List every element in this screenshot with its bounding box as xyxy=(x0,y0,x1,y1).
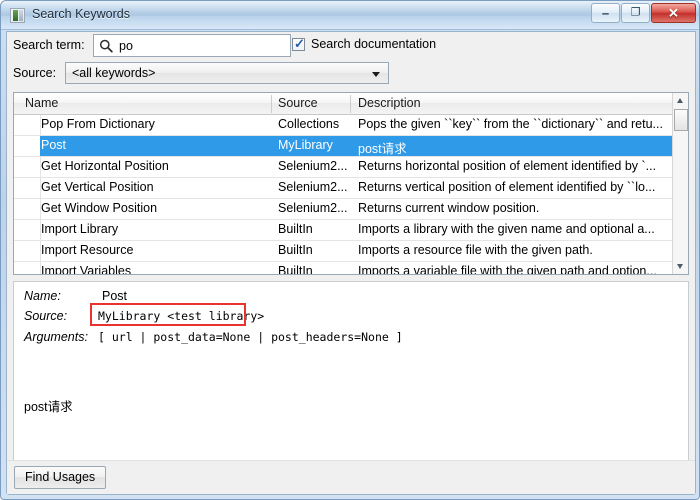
close-icon: ✕ xyxy=(668,5,679,21)
table-row[interactable]: Get Horizontal Position Selenium2... Retur… xyxy=(14,157,674,178)
row-gutter xyxy=(14,199,40,219)
minimize-icon: – xyxy=(601,5,610,21)
source-label: Source: xyxy=(13,66,57,80)
row-gutter xyxy=(14,157,40,177)
cell-source: BuiltIn xyxy=(278,222,313,236)
search-documentation-label: Search documentation xyxy=(311,37,437,51)
window-title: Search Keywords xyxy=(32,7,130,21)
detail-source-label: Source: xyxy=(24,309,68,323)
detail-name-label: Name: xyxy=(24,289,61,303)
table-row[interactable]: Import Variables BuiltIn Imports a variabl… xyxy=(14,262,674,275)
detail-arguments-label: Arguments: xyxy=(24,330,88,344)
cell-name: Pop From Dictionary xyxy=(41,117,155,131)
footer-bar: Find Usages xyxy=(7,460,695,494)
row-gutter xyxy=(14,115,40,135)
table-row[interactable]: Get Window Position Selenium2... Returns c… xyxy=(14,199,674,220)
cell-description: Returns horizontal position of element i… xyxy=(358,159,657,173)
find-usages-button[interactable]: Find Usages xyxy=(14,466,107,489)
column-header-source[interactable]: Source xyxy=(278,96,318,110)
row-gutter xyxy=(14,262,40,274)
row-gutter xyxy=(14,136,40,156)
cell-description: Imports a library with the given name an… xyxy=(358,222,655,236)
cell-description: Returns current window position. xyxy=(358,201,540,215)
cell-description: Imports a variable file with the given p… xyxy=(358,264,657,275)
source-selected-value: <all keywords> xyxy=(72,66,156,80)
cell-source: MyLibrary xyxy=(278,138,333,152)
cell-name: Import Library xyxy=(41,222,119,236)
cell-name: Import Variables xyxy=(41,264,132,275)
search-keywords-window: Search Keywords – ❐ ✕ Search term: po ✓ … xyxy=(0,0,700,500)
cell-description: post请求 xyxy=(358,142,407,156)
detail-arguments-value: [ url | post_data=None | post_headers=No… xyxy=(98,330,403,344)
checkmark-icon: ✓ xyxy=(294,36,305,51)
maximize-restore-button[interactable]: ❐ xyxy=(621,3,650,23)
restore-icon: ❐ xyxy=(630,6,641,19)
scroll-down-icon[interactable] xyxy=(673,259,688,274)
cell-name: Import Resource xyxy=(41,243,134,257)
row-gutter xyxy=(14,241,40,261)
row-gutter xyxy=(14,220,40,240)
table-row[interactable]: Import Library BuiltIn Imports a library w… xyxy=(14,220,674,241)
cell-description: Imports a resource file with the given p… xyxy=(358,243,593,257)
column-header-name[interactable]: Name xyxy=(25,96,58,110)
cell-name: Get Horizontal Position xyxy=(41,159,169,173)
cell-source: Selenium2... xyxy=(278,159,348,173)
keywords-table: Name Source Description Pop From Diction… xyxy=(13,92,689,275)
app-icon xyxy=(10,8,25,23)
table-row[interactable]: Pop From Dictionary Collections Pops the g… xyxy=(14,115,674,136)
detail-name-value: Post xyxy=(102,289,128,303)
table-row[interactable]: Post MyLibrary post请求 xyxy=(14,136,674,157)
keyword-documentation-text: post请求 xyxy=(24,400,73,414)
client-area: Search term: po ✓ Search documentation S… xyxy=(6,31,696,495)
cell-source: Selenium2... xyxy=(278,201,348,215)
row-gutter xyxy=(14,178,40,198)
cell-name: Get Window Position xyxy=(41,201,158,215)
table-row[interactable]: Import Resource BuiltIn Imports a resource… xyxy=(14,241,674,262)
table-row[interactable]: Get Vertical Position Selenium2... Returns… xyxy=(14,178,674,199)
title-bar[interactable]: Search Keywords – ❐ ✕ xyxy=(1,1,699,30)
column-divider[interactable] xyxy=(350,95,351,113)
cell-source: BuiltIn xyxy=(278,243,313,257)
column-divider[interactable] xyxy=(271,95,272,113)
close-button[interactable]: ✕ xyxy=(651,3,696,23)
column-header-description[interactable]: Description xyxy=(358,96,421,110)
table-scrollbar[interactable] xyxy=(672,93,688,274)
source-dropdown[interactable]: <all keywords> xyxy=(65,62,389,84)
chevron-down-icon xyxy=(372,72,380,77)
cell-description: Pops the given ``key`` from the ``dictio… xyxy=(358,117,663,131)
cell-name: Get Vertical Position xyxy=(41,180,154,194)
search-icon xyxy=(99,39,113,53)
cell-description: Returns vertical position of element ide… xyxy=(358,180,656,194)
table-header: Name Source Description xyxy=(14,93,688,115)
cell-name: Post xyxy=(41,138,67,152)
keyword-detail-panel: Name: Post Source: MyLibrary <test libra… xyxy=(13,281,689,461)
search-term-label: Search term: xyxy=(13,38,85,52)
search-input-value: po xyxy=(119,39,133,53)
table-rows: Pop From Dictionary Collections Pops the g… xyxy=(14,115,674,275)
scrollbar-thumb[interactable] xyxy=(674,109,688,131)
cell-source: Selenium2... xyxy=(278,180,348,194)
search-input[interactable]: po xyxy=(93,34,291,57)
minimize-button[interactable]: – xyxy=(591,3,620,23)
source-highlight-annotation xyxy=(90,303,246,326)
cell-source: BuiltIn xyxy=(278,264,313,275)
checkbox-box: ✓ xyxy=(292,36,305,51)
scroll-up-icon[interactable] xyxy=(673,93,688,108)
cell-source: Collections xyxy=(278,117,340,131)
